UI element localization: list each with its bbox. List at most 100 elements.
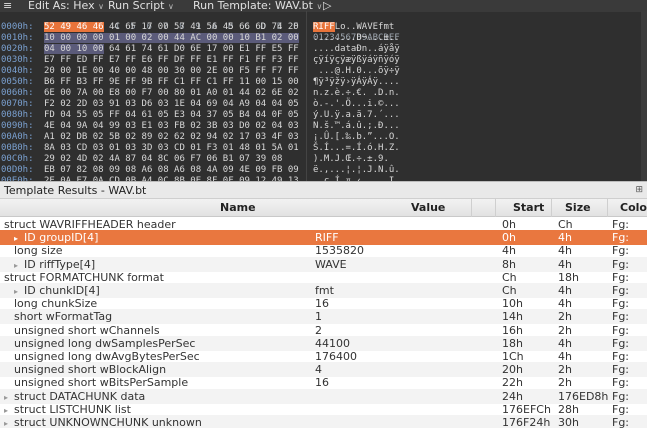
hex-offset: 0040h:: [1, 66, 34, 76]
hex-bytes[interactable]: FD 04 55 05 FF 04 61 05 E3 04 37 05 B4 0…: [44, 110, 299, 121]
hex-highlight: 52 49 46 46: [44, 22, 104, 32]
row-name-label: long chunkSize: [14, 297, 98, 311]
hex-editor[interactable]: ≡ Edit As: Hex ∨ Run Script ∨ Run Templa…: [0, 0, 647, 181]
row-name-label: ID riffType[4]: [24, 257, 96, 271]
hex-row[interactable]: 0020h: 04 00 10 00 64 61 74 61 D0 6E 17 0…: [0, 44, 647, 55]
row-start: 176F24h: [502, 416, 551, 428]
hex-row[interactable]: 00A0h: A1 02 DB 02 5B 02 89 02 62 02 94 0…: [0, 132, 647, 143]
results-table-header: Name Value Start Size Colo: [0, 199, 647, 217]
hex-offset: 0090h:: [1, 121, 34, 131]
hex-row[interactable]: 0040h: 20 00 1E 00 40 00 48 00 30 00 2E 0…: [0, 66, 647, 77]
hex-bytes[interactable]: F2 02 2D 03 91 03 D6 03 1E 04 69 04 A9 0…: [44, 99, 299, 110]
hex-bytes[interactable]: E7 FF ED FF E7 FF E6 FF DF FF E1 FF F1 F…: [44, 55, 299, 66]
hex-ascii[interactable]: Š.Í...=.Í.ó.H.Z.: [313, 143, 400, 154]
hex-offset: 0070h:: [1, 99, 34, 109]
hex-ascii[interactable]: ý.U.ÿ.a.ã.7.´...: [313, 110, 400, 121]
hex-row[interactable]: 0000h: 52 49 46 46 4C 6F 17 00 57 41 56 4…: [0, 22, 647, 33]
hex-offset: 0010h:: [1, 33, 34, 43]
hex-row[interactable]: 00D0h: EB 07 82 08 09 08 A6 08 A6 08 4A 0…: [0, 165, 647, 176]
hex-offset: 0020h:: [1, 44, 34, 54]
column-header-size[interactable]: Size: [552, 199, 608, 217]
table-row[interactable]: ▸ struct UNKNOWNCHUNK unknown 176F24h 30h Fg…: [0, 415, 647, 428]
row-name-label: short wFormatTag: [14, 310, 113, 324]
hex-bytes[interactable]: 8A 03 CD 03 01 03 3D 03 CD 01 F3 01 48 0…: [44, 143, 299, 154]
hex-ascii[interactable]: N.š.™.á.û.;.Ð...: [313, 121, 400, 132]
row-name-label: struct FORMATCHUNK format: [4, 270, 164, 284]
hex-bytes[interactable]: 6E 00 7A 00 E8 00 F7 00 80 01 A0 01 44 0…: [44, 88, 299, 99]
hex-ascii[interactable]: RIFFLo..WAVEfmt: [313, 22, 400, 33]
hex-row[interactable]: 0080h: FD 04 55 05 FF 04 61 05 E3 04 37 0…: [0, 110, 647, 121]
hex-column-header: 0 1 2 3 4 5 6 7 8 9 A B C D E F 01234567…: [0, 11, 647, 43]
hex-row[interactable]: 0010h: 10 00 00 00 01 00 02 00 44 AC 00 0…: [0, 33, 647, 44]
row-name-label: long size: [14, 244, 63, 258]
hex-bytes[interactable]: EB 07 82 08 09 08 A6 08 A6 08 4A 09 4E 0…: [44, 165, 299, 176]
row-name-label: unsigned short wBlockAlign: [14, 363, 167, 377]
chevron-down-icon: ∨: [316, 2, 323, 11]
hex-offset: 00D0h:: [1, 165, 34, 175]
hex-ascii[interactable]: çÿíÿçÿæÿßÿáÿñÿóÿ: [313, 55, 400, 66]
hex-row[interactable]: 0030h: E7 FF ED FF E7 FF E6 FF DF FF E1 F…: [0, 55, 647, 66]
hex-offset: 0060h:: [1, 88, 34, 98]
hex-highlight: RIFF: [313, 22, 335, 32]
template-results-titlebar: Template Results - WAV.bt ⊞: [0, 181, 647, 199]
hex-bytes[interactable]: 04 00 10 00 64 61 74 61 D0 6E 17 00 E1 F…: [44, 44, 299, 55]
row-name-label: struct LISTCHUNK list: [14, 402, 131, 416]
hex-bytes[interactable]: 10 00 00 00 01 00 02 00 44 AC 00 00 10 B…: [44, 33, 299, 44]
hex-highlight: 04 00 10 00: [44, 44, 104, 54]
hex-ascii[interactable]: ....dataÐn..áÿåÿ: [313, 44, 400, 55]
column-header-start[interactable]: Start: [496, 199, 552, 217]
column-header-value[interactable]: Value: [315, 199, 496, 217]
hex-row[interactable]: 0050h: B6 FF B3 FF 9E FF 9B FF C1 FF C1 F…: [0, 77, 647, 88]
row-name-label: struct WAVRIFFHEADER header: [4, 218, 176, 231]
hex-offset: 00A0h:: [1, 132, 34, 142]
row-size: 30h: [558, 416, 579, 428]
hex-bytes[interactable]: 20 00 1E 00 40 00 48 00 30 00 2E 00 F5 F…: [44, 66, 299, 77]
hex-ascii[interactable]: n.z.è.÷.€. .D.n.: [313, 88, 400, 99]
hex-offset: 0030h:: [1, 55, 34, 65]
hex-ascii[interactable]: ¶ÿ³ÿžÿ›ÿÁÿÁÿ....: [313, 77, 400, 88]
column-header-start-label: Start: [513, 201, 545, 214]
hex-row[interactable]: 0070h: F2 02 2D 03 91 03 D6 03 1E 04 69 0…: [0, 99, 647, 110]
hex-offset: 00C0h:: [1, 154, 34, 164]
hex-divider: [306, 11, 307, 181]
hex-ascii[interactable]: ........D¬...±..: [313, 33, 400, 44]
row-name-label: unsigned long dwAvgBytesPerSec: [14, 350, 200, 363]
column-header-color-label: Colo: [620, 201, 647, 214]
hex-bytes[interactable]: A1 02 DB 02 5B 02 89 02 62 02 94 02 17 0…: [44, 132, 299, 143]
panel-title: Template Results - WAV.bt: [4, 184, 147, 197]
hex-row[interactable]: 0060h: 6E 00 7A 00 E8 00 F7 00 80 01 A0 0…: [0, 88, 647, 99]
chevron-down-icon: ∨: [168, 2, 174, 11]
row-name-label: struct UNKNOWNCHUNK unknown: [14, 416, 202, 428]
hex-bytes[interactable]: 52 49 46 46 4C 6F 17 00 57 41 56 45 66 6…: [44, 22, 299, 33]
hex-offset: 0050h:: [1, 77, 34, 87]
hex-highlight: 10 00 00 00 01 00 02 00 44 AC 00 00 10 B…: [44, 33, 299, 43]
hex-ascii[interactable]: ...@.H.0...õÿ÷ÿ: [313, 66, 399, 77]
results-table-body[interactable]: struct WAVRIFFHEADER header 0h Ch Fg: ▸ ID gr…: [0, 217, 647, 428]
row-name-label: ID chunkID[4]: [24, 284, 100, 297]
column-header-name-label: Name: [220, 201, 256, 214]
hex-ascii[interactable]: ¡.Û.[.‰.b.”...O.: [313, 132, 400, 143]
hex-offset: 0000h:: [1, 22, 34, 32]
hex-bytes[interactable]: 4E 04 9A 04 99 03 E1 03 FB 02 3B 03 D0 0…: [44, 121, 299, 132]
row-name-label: unsigned long dwSamplesPerSec: [14, 336, 196, 350]
hex-row[interactable]: 00B0h: 8A 03 CD 03 01 03 3D 03 CD 01 F3 0…: [0, 143, 647, 154]
expand-arrow-icon[interactable]: ▸: [4, 416, 12, 428]
hex-scrollbar[interactable]: [641, 11, 647, 181]
dock-icon[interactable]: ⊞: [635, 182, 643, 199]
row-name-label: unsigned short wChannels: [14, 323, 160, 337]
hex-ascii[interactable]: ò.-.'.Ö...i.©...: [313, 99, 400, 110]
hex-bytes[interactable]: B6 FF B3 FF 9E FF 9B FF C1 FF C1 FF 11 0…: [44, 77, 299, 88]
hex-row[interactable]: 00C0h: 29 02 4D 02 4A 87 04 8C 06 F7 06 B…: [0, 154, 647, 165]
chevron-down-icon: ∨: [98, 2, 104, 11]
hex-ascii[interactable]: ë.‚...¦.¦.J.N.û.: [313, 165, 400, 176]
column-header-color[interactable]: Colo: [608, 199, 647, 217]
row-name-label: unsigned short wBitsPerSample: [14, 376, 189, 390]
row-color: Fg:: [612, 416, 630, 428]
row-name: ▸ struct UNKNOWNCHUNK unknown: [4, 415, 202, 428]
hex-offset: 00B0h:: [1, 143, 34, 153]
row-name-label: struct DATACHUNK data: [14, 389, 146, 403]
column-header-value-label: Value: [411, 201, 446, 214]
hex-bytes[interactable]: 29 02 4D 02 4A 87 04 8C 06 F7 06 B1 07 3…: [44, 154, 282, 165]
hex-row[interactable]: 0090h: 4E 04 9A 04 99 03 E1 03 FB 02 3B 0…: [0, 121, 647, 132]
hex-ascii[interactable]: ).M.J.Œ.÷.±.9.: [313, 154, 389, 165]
